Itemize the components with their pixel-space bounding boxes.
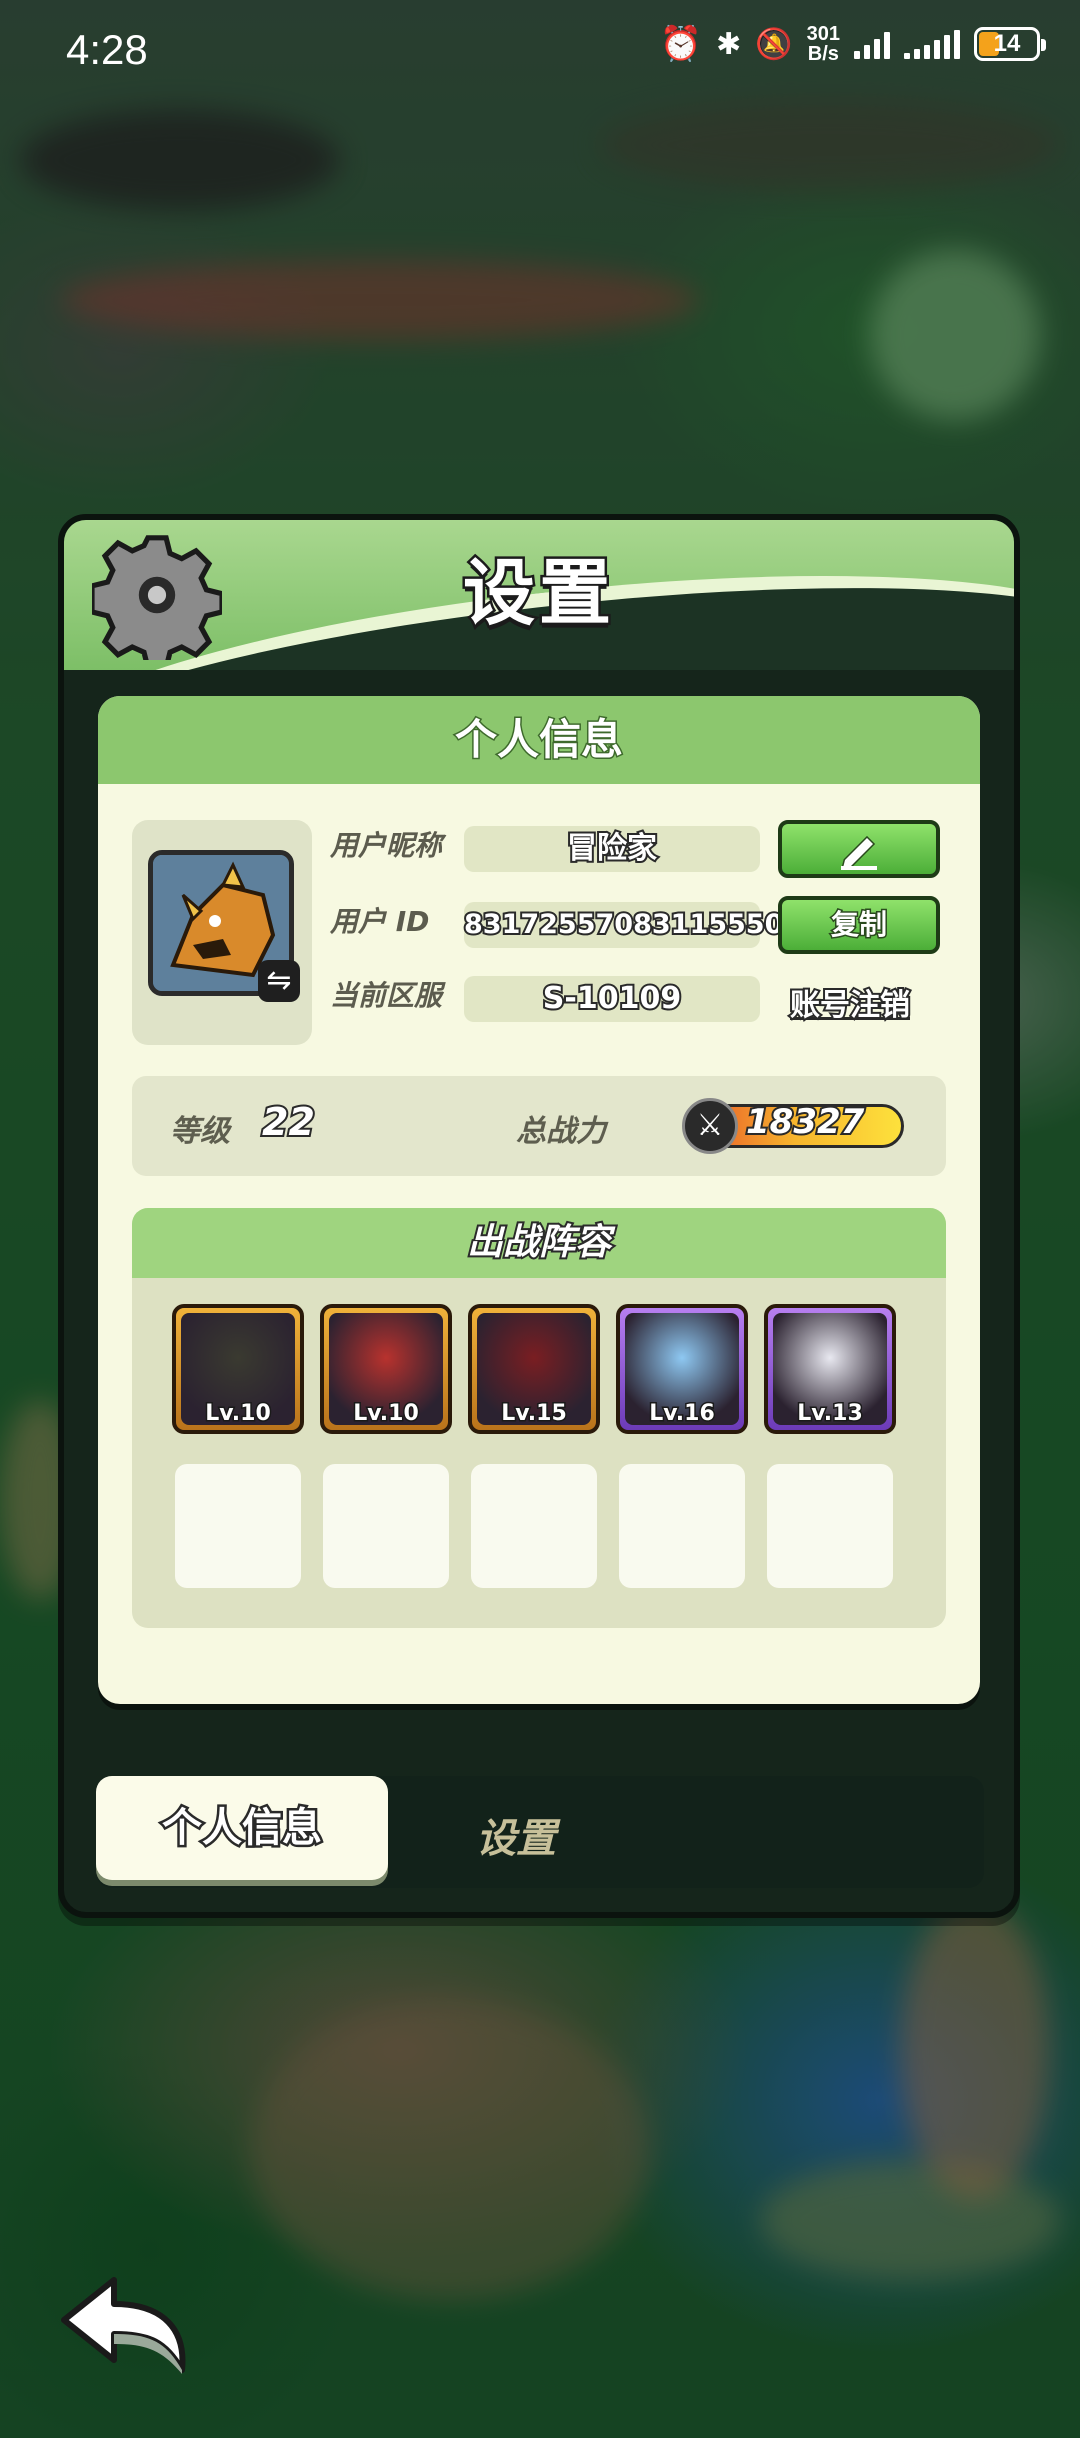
empty-hero-slot[interactable] [619, 1464, 745, 1588]
empty-hero-slot[interactable] [175, 1464, 301, 1588]
back-arrow-icon[interactable] [54, 2270, 194, 2380]
swap-avatar-icon[interactable]: ⇋ [258, 960, 300, 1002]
tab-personal-info[interactable]: 个人信息 [96, 1776, 388, 1880]
level-value: 22 [260, 1098, 317, 1146]
tab-settings[interactable]: 设置 [476, 1806, 556, 1864]
user-id-label: 用户 ID [330, 905, 430, 938]
network-speed: 301 B/s [806, 23, 840, 65]
nickname-value: 冒险家 [464, 826, 760, 872]
signal-icon [854, 29, 890, 59]
section-title: 个人信息 [98, 696, 980, 784]
power-value: 18327 [744, 1100, 866, 1144]
battle-lineup-panel: 出战阵容 Lv.10 Lv.10 Lv.15 Lv.16 Lv.13 [132, 1208, 946, 1628]
modal-title: 设置 [460, 549, 615, 638]
empty-hero-slot[interactable] [767, 1464, 893, 1588]
battery-icon: 14 [974, 27, 1046, 61]
hero-level: Lv.16 [648, 1400, 717, 1428]
pencil-icon [840, 835, 877, 871]
level-label: 等级 [170, 1114, 230, 1149]
power-badge: ⚔ 18327 [682, 1098, 912, 1154]
power-label: 总战力 [516, 1114, 606, 1149]
hero-card[interactable]: Lv.10 [320, 1304, 452, 1434]
hero-card[interactable]: Lv.15 [468, 1304, 600, 1434]
server-value: S-10109 [464, 976, 760, 1022]
nickname-label: 用户昵称 [330, 829, 443, 862]
settings-modal: 设置 个人信息 ⇋ 用户昵称 冒险家 用户 ID 831725570831155… [58, 514, 1020, 1918]
stats-panel: 等级 22 总战力 ⚔ 18327 [132, 1076, 946, 1176]
signal-icon-secondary [904, 29, 960, 59]
user-id-value: 83172557083115550 [462, 902, 785, 948]
delete-account-link[interactable]: 账号注销 [788, 980, 912, 1025]
bluetooth-icon: ✱ [716, 27, 742, 61]
copy-id-button[interactable]: 复制 [778, 896, 940, 954]
hero-card[interactable]: Lv.16 [616, 1304, 748, 1434]
empty-hero-slot[interactable] [471, 1464, 597, 1588]
hero-level: Lv.15 [500, 1400, 569, 1428]
status-bar: 4:28 ⏰ ✱ 🔕 301 B/s 14 [0, 0, 1080, 100]
clock: 4:28 [66, 26, 148, 73]
alarm-icon: ⏰ [659, 25, 703, 63]
hero-card[interactable]: Lv.10 [172, 1304, 304, 1434]
hero-level: Lv.10 [204, 1400, 273, 1428]
avatar-container[interactable]: ⇋ [132, 820, 312, 1045]
bottom-tab-bar: 个人信息 设置 [96, 1776, 984, 1888]
hero-level: Lv.13 [796, 1400, 865, 1428]
edit-nickname-button[interactable] [778, 820, 940, 878]
hero-card[interactable]: Lv.13 [764, 1304, 896, 1434]
personal-info-card: 个人信息 ⇋ 用户昵称 冒险家 用户 ID 83172557083115550 … [98, 696, 980, 1704]
server-label: 当前区服 [330, 979, 443, 1012]
mute-icon: 🔕 [755, 27, 793, 61]
hero-level: Lv.10 [352, 1400, 421, 1428]
empty-hero-slot[interactable] [323, 1464, 449, 1588]
lineup-title: 出战阵容 [132, 1208, 946, 1278]
crossed-swords-icon: ⚔ [682, 1098, 738, 1154]
